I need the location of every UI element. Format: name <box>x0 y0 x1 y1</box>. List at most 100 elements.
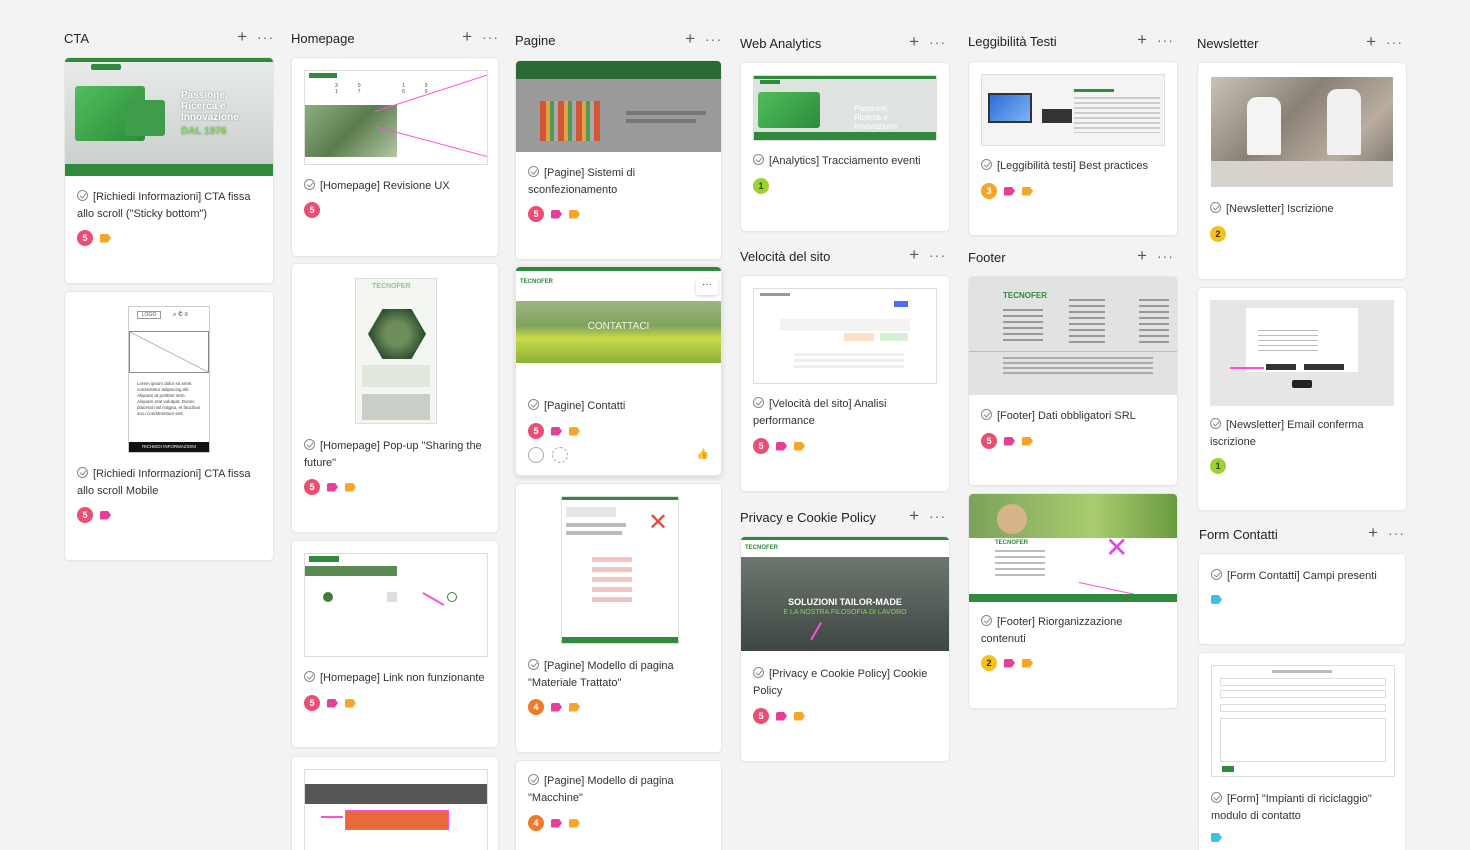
more-options-icon[interactable]: ··· <box>929 248 946 262</box>
tag-icon <box>1211 595 1222 604</box>
tag-icon <box>776 441 787 451</box>
more-options-icon[interactable]: ··· <box>257 30 274 44</box>
card-title: [Privacy e Cookie Policy] Cookie Policy <box>753 667 928 697</box>
card-home-ux[interactable]: 30 10 17 60 [Homepage] Revisione UX 5 <box>291 57 499 257</box>
more-options-icon[interactable]: ··· <box>929 509 946 523</box>
card-news-iscr[interactable]: [Newsletter] Iscrizione 2 <box>1197 62 1407 280</box>
column-title: Footer <box>968 249 1006 265</box>
add-card-icon[interactable]: + <box>1137 247 1147 264</box>
tag-icon <box>1004 658 1015 668</box>
add-card-icon[interactable]: + <box>1368 524 1378 541</box>
tag-icon <box>569 426 580 436</box>
check-circle-icon[interactable] <box>528 659 539 670</box>
card-thumbnail <box>304 553 488 657</box>
add-card-icon[interactable]: + <box>462 28 472 45</box>
card-home-link[interactable]: [Homepage] Link non funzionante 5 <box>291 540 499 748</box>
card-home-partial[interactable] <box>291 756 499 850</box>
like-icon[interactable]: 👍 <box>697 449 709 460</box>
check-circle-icon[interactable] <box>528 774 539 785</box>
check-circle-icon[interactable] <box>304 671 315 682</box>
card-thumbnail: Passione, Ricerca e Innovazione DAL 1976 <box>65 58 273 176</box>
tag-icon <box>551 702 562 712</box>
column-header-privacy: Privacy e Cookie Policy + ··· <box>740 507 946 527</box>
check-circle-icon[interactable] <box>753 397 764 408</box>
card-foot-dati[interactable]: TECNOFER [Footer] Dati obbligatori SRL 5 <box>968 276 1178 486</box>
tag-icon <box>1022 186 1033 196</box>
more-options-icon[interactable]: ··· <box>705 32 722 46</box>
check-circle-icon[interactable] <box>77 467 88 478</box>
card-pag-materiale[interactable]: ✕ [Pagine] Modello di pagina "Materiale … <box>515 483 722 753</box>
check-circle-icon[interactable] <box>981 409 992 420</box>
assignee-icon[interactable] <box>528 447 544 463</box>
count-badge: 5 <box>528 423 544 439</box>
add-card-icon[interactable]: + <box>237 28 247 45</box>
column-header-velocita: Velocità del sito + ··· <box>740 246 946 266</box>
add-card-icon[interactable]: + <box>909 507 919 524</box>
check-circle-icon[interactable] <box>981 159 992 170</box>
add-card-icon[interactable]: + <box>1137 31 1147 48</box>
card-form-campi[interactable]: [Form Contatti] Campi presenti <box>1198 553 1406 645</box>
count-badge: 2 <box>981 655 997 671</box>
count-badge: 4 <box>528 699 544 715</box>
add-card-icon[interactable]: + <box>685 30 695 47</box>
card-priv-cookie[interactable]: TECNOFER SOLUZIONI TAILOR-MADE E LA NOST… <box>740 536 950 762</box>
more-options-icon[interactable]: ··· <box>929 35 946 49</box>
tag-icon <box>1004 186 1015 196</box>
check-circle-icon[interactable] <box>1210 202 1221 213</box>
add-card-icon[interactable]: + <box>1366 33 1376 50</box>
check-circle-icon[interactable] <box>528 399 539 410</box>
card-title: [Leggibilità testi] Best practices <box>981 158 1165 175</box>
more-options-icon[interactable]: ··· <box>1386 35 1403 49</box>
add-card-icon[interactable]: + <box>909 33 919 50</box>
check-circle-icon[interactable] <box>1211 569 1222 580</box>
card-thumbnail <box>1210 300 1394 406</box>
column-header-leggibilita: Leggibilità Testi + ··· <box>968 31 1174 51</box>
check-circle-icon[interactable] <box>753 154 764 165</box>
card-title: [Form Contatti] Campi presenti <box>1211 568 1393 585</box>
tag-icon <box>551 209 562 219</box>
add-card-icon[interactable]: + <box>909 246 919 263</box>
card-wa-eventi[interactable]: Passione, Ricerca e Innovazione [Analyti… <box>740 62 950 232</box>
card-home-popup[interactable]: TECNOFER [Homepage] Pop-up "Sharing the … <box>291 263 499 533</box>
check-circle-icon[interactable] <box>1210 418 1221 429</box>
card-legg-best[interactable]: [Leggibilità testi] Best practices 3 <box>968 61 1178 236</box>
tag-icon <box>345 482 356 492</box>
card-title: [Richiedi Informazioni] CTA fissa allo s… <box>77 190 251 220</box>
tag-icon <box>1022 658 1033 668</box>
tag-icon <box>100 233 111 243</box>
card-cta-sticky[interactable]: Passione, Ricerca e Innovazione DAL 1976… <box>64 57 274 284</box>
check-circle-icon[interactable] <box>304 439 315 450</box>
card-pag-sistemi[interactable]: [Pagine] Sistemi di sconfezionamento 5 <box>515 60 722 260</box>
card-title: [Velocità del sito] Analisi performance <box>753 397 887 427</box>
more-options-icon[interactable]: ··· <box>696 279 718 295</box>
check-circle-icon[interactable] <box>1211 792 1222 803</box>
check-circle-icon[interactable] <box>981 615 992 626</box>
card-pag-contatti[interactable]: TECNOFER CONTATTACI ··· [Pagine] Contatt… <box>515 266 722 476</box>
card-form-impianti[interactable]: [Form] "Impianti di riciclaggio" modulo … <box>1198 652 1406 850</box>
card-cta-mobile[interactable]: LOGO ⌕ ✆ ≡ Lorem ipsum dolor sit amet, c… <box>64 291 274 561</box>
count-badge: 5 <box>304 695 320 711</box>
check-circle-icon[interactable] <box>304 179 315 190</box>
column-title: Homepage <box>291 30 355 46</box>
card-foot-riorg[interactable]: TECNOFER ✕ [Footer] Riorganizzazione con… <box>968 493 1178 709</box>
more-options-icon[interactable]: ··· <box>1157 33 1174 47</box>
card-title: [Newsletter] Iscrizione <box>1210 201 1394 218</box>
count-badge: 5 <box>304 479 320 495</box>
card-news-email[interactable]: [Newsletter] Email conferma iscrizione 1 <box>1197 287 1407 511</box>
more-options-icon[interactable]: ··· <box>482 30 499 44</box>
column-title: Web Analytics <box>740 35 822 51</box>
column-header-pagine: Pagine + ··· <box>515 30 722 50</box>
check-circle-icon[interactable] <box>753 667 764 678</box>
card-pag-macchine[interactable]: [Pagine] Modello di pagina "Macchine" 4 <box>515 760 722 850</box>
tag-icon <box>327 698 338 708</box>
card-thumbnail <box>753 288 937 384</box>
calendar-icon[interactable] <box>552 447 568 463</box>
more-options-icon[interactable]: ··· <box>1388 526 1405 540</box>
more-options-icon[interactable]: ··· <box>1157 249 1174 263</box>
check-circle-icon[interactable] <box>528 166 539 177</box>
tag-icon <box>776 711 787 721</box>
card-vel-analisi[interactable]: [Velocità del sito] Analisi performance … <box>740 275 950 492</box>
tag-icon <box>1004 436 1015 446</box>
check-circle-icon[interactable] <box>77 190 88 201</box>
column-header-footer: Footer + ··· <box>968 247 1174 267</box>
